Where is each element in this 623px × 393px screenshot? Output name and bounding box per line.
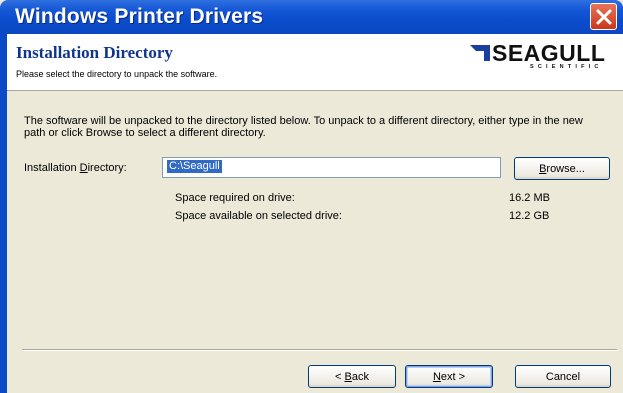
installation-directory-label: Installation Directory:: [24, 162, 127, 174]
next-label: Next >: [432, 370, 466, 383]
installer-window: Windows Printer Drivers Installation Dir…: [0, 0, 623, 393]
space-required-label: Space required on drive:: [175, 192, 295, 204]
logo-brand: SEAGULL: [492, 40, 606, 66]
browse-label: Browse...: [539, 162, 585, 175]
logo-sub: SCIENTIFIC: [530, 64, 603, 70]
space-required-value: 16.2 MB: [509, 192, 550, 204]
seagull-mark-icon: [470, 45, 490, 61]
next-button[interactable]: Next >: [405, 365, 493, 388]
close-button[interactable]: [590, 3, 617, 30]
footer-separator: [22, 349, 617, 351]
title-bar[interactable]: Windows Printer Drivers: [0, 0, 623, 34]
space-available-value: 12.2 GB: [509, 210, 550, 222]
directory-value: C:\Seagull: [167, 160, 222, 173]
cancel-label: Cancel: [545, 370, 581, 383]
window-left-border: [0, 34, 7, 393]
browse-button[interactable]: Browse...: [514, 157, 610, 180]
description-text: The software will be unpacked to the dir…: [24, 115, 583, 139]
installation-directory-input[interactable]: C:\Seagull: [162, 157, 501, 178]
space-available-label: Space available on selected drive:: [175, 210, 342, 222]
seagull-logo: SEAGULL SCIENTIFIC: [470, 40, 618, 73]
page-title: Installation Directory: [16, 43, 173, 62]
wizard-content: The software will be unpacked to the dir…: [7, 91, 623, 393]
window-title: Windows Printer Drivers: [15, 5, 264, 28]
back-button[interactable]: < Back: [308, 365, 396, 388]
cancel-button[interactable]: Cancel: [515, 365, 611, 388]
wizard-header: Installation Directory Please select the…: [7, 34, 623, 91]
page-subtitle: Please select the directory to unpack th…: [16, 69, 218, 79]
back-label: < Back: [335, 370, 369, 383]
close-icon: [596, 9, 612, 25]
